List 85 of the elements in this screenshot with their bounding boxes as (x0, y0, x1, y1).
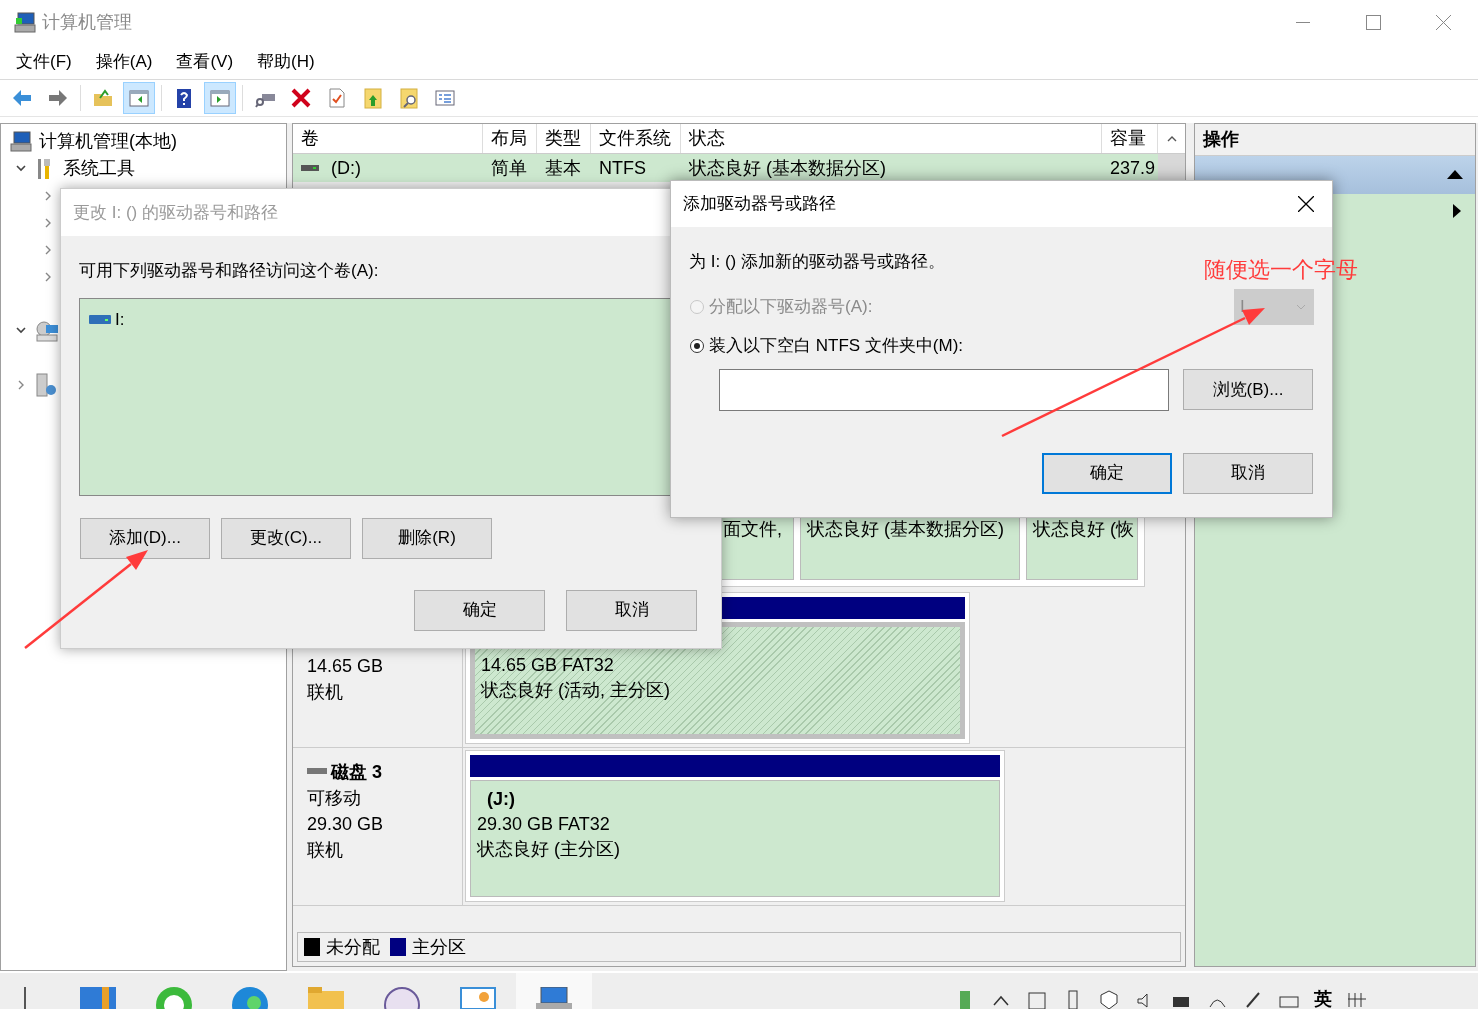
column-header[interactable]: 卷 (293, 124, 483, 153)
input-language[interactable]: 英 (1314, 989, 1332, 1009)
column-header[interactable]: 布局 (483, 124, 537, 153)
dialog-button[interactable]: 更改(C)... (221, 517, 351, 559)
browse-button[interactable]: 浏览(B)... (1183, 369, 1313, 410)
minimize-icon (1296, 21, 1310, 24)
legend-label: 主分区 (412, 935, 466, 959)
app-icon (232, 987, 268, 1009)
list-label: 可用下列驱动器号和路径访问这个卷(A): (79, 261, 379, 280)
dialog-button[interactable]: 添加(D)... (80, 517, 210, 559)
tree-item[interactable]: 系统工具 (63, 155, 135, 182)
menu-item[interactable]: 查看(V) (168, 49, 242, 75)
dialog-title: 更改 I: () 的驱动器号和路径 (73, 201, 278, 224)
chevron-down-icon[interactable] (16, 165, 26, 172)
dialog-button[interactable]: 确定 (414, 589, 545, 631)
disk-info: 可移动 (307, 787, 362, 810)
disk-name: 磁盘 3 (331, 761, 382, 784)
close-icon (1298, 196, 1314, 212)
table-cell-text: 状态良好 (基本数据分区) (689, 156, 886, 180)
table-cell-text: NTFS (599, 156, 646, 180)
partition-info: 状态良好 (活动, 主分区) (481, 679, 671, 702)
table-cell-text: 237.9 (1110, 156, 1156, 180)
find-icon (397, 86, 421, 110)
legend-label: 未分配 (326, 935, 380, 959)
window-title: 计算机管理 (42, 11, 132, 34)
tree-item[interactable]: 计算机管理(本地) (39, 128, 177, 155)
app-icon (80, 987, 116, 1009)
folder-path-field[interactable] (719, 368, 1169, 411)
table-cell-text: 基本 (545, 156, 581, 180)
chevron-right-icon[interactable] (45, 190, 52, 201)
disk-info: 29.30 GB (307, 813, 385, 836)
table-cell-text: (D:) (331, 156, 361, 180)
computer-management-icon (14, 11, 36, 34)
dialog-button[interactable]: 确定 (1042, 452, 1172, 494)
chevron-right-icon[interactable] (45, 271, 52, 282)
export-icon (361, 86, 385, 110)
partition-info: 状态良好 (主分区) (477, 838, 621, 861)
chevron-right-icon[interactable] (17, 379, 25, 390)
radio-label[interactable]: 装入以下空白 NTFS 文件夹中(M): (709, 332, 964, 359)
menu-item[interactable]: 操作(A) (87, 49, 161, 75)
app-icon (156, 987, 192, 1009)
chevron-down-icon[interactable] (16, 327, 26, 334)
partition-info: 14.65 GB FAT32 (481, 654, 615, 677)
column-header[interactable]: 类型 (537, 124, 591, 153)
drive-icon (301, 164, 319, 172)
annotation-text: 随便选一个字母 (1204, 256, 1358, 284)
dialog-button[interactable]: 取消 (566, 589, 697, 631)
table-cell-text: 简单 (491, 156, 527, 180)
dialog-prompt: 为 I: () 添加新的驱动器号或路径。 (689, 252, 945, 271)
menu-item[interactable]: 文件(F) (8, 49, 80, 75)
computer-management-icon (9, 130, 33, 153)
column-header[interactable]: 状态 (681, 124, 1102, 153)
chevron-right-icon[interactable] (45, 217, 52, 228)
column-header[interactable]: 容量 (1102, 124, 1158, 153)
disk-info: 联机 (307, 681, 344, 704)
disk-info: 联机 (307, 839, 344, 862)
dialog-button[interactable]: 删除(R) (362, 517, 492, 559)
menu-item[interactable]: 帮助(H) (249, 49, 323, 75)
close-button[interactable] (1296, 194, 1316, 214)
maximize-icon (1365, 15, 1381, 30)
chevron-right-icon[interactable] (45, 244, 52, 255)
taskbar-app[interactable] (516, 973, 592, 1009)
services-icon (35, 372, 57, 397)
partition-block[interactable]: (J:) 29.30 GB FAT32 状态良好 (主分区) (470, 780, 1000, 897)
pane-title: 操作 (1203, 128, 1239, 151)
scrollbar-thumb[interactable] (1158, 154, 1185, 182)
column-header[interactable]: 文件系统 (591, 124, 681, 153)
submenu-arrow-icon[interactable] (1453, 204, 1461, 218)
radio-button[interactable] (690, 338, 704, 353)
app-icon (536, 987, 572, 1009)
app-icon (460, 987, 496, 1009)
partition-label: (J:) (486, 788, 516, 811)
scroll-up-icon[interactable] (1166, 135, 1177, 142)
close-icon (1435, 15, 1451, 30)
delete-icon (289, 86, 313, 110)
partition-info: 29.30 GB FAT32 (477, 813, 611, 836)
storage-icon (35, 318, 59, 343)
disk-info: 14.65 GB (307, 655, 385, 678)
dialog-title: 添加驱动器号或路径 (683, 193, 836, 216)
collapse-icon[interactable] (1447, 170, 1463, 179)
list-item[interactable]: I: (115, 306, 125, 332)
dialog-button[interactable]: 取消 (1183, 452, 1313, 494)
drive-icon (89, 313, 111, 326)
app-icon (384, 987, 420, 1009)
app-icon (308, 987, 344, 1009)
